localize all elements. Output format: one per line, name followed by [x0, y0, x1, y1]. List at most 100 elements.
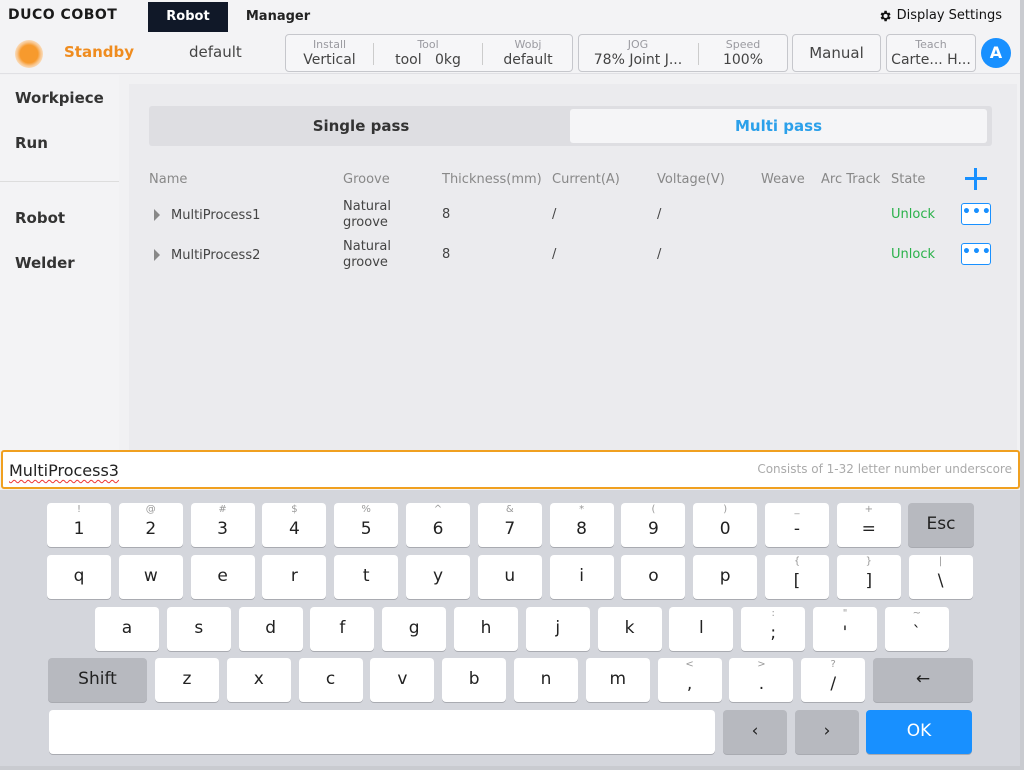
key-semicolon[interactable]: :;	[741, 607, 806, 651]
key-slash[interactable]: ? /	[801, 658, 866, 702]
key-comma[interactable]: <,	[657, 658, 722, 702]
key-d[interactable]: d	[238, 607, 303, 651]
tab-multi-pass[interactable]: Multi pass	[570, 109, 987, 143]
key-t[interactable]: t	[334, 555, 399, 599]
key-left-bracket[interactable]: {[	[765, 555, 829, 599]
key-shift-symbol: |	[938, 556, 943, 567]
key-i[interactable]: i	[549, 555, 614, 599]
key-n[interactable]: n	[514, 658, 578, 702]
speed-value: 100%	[722, 52, 764, 68]
key-shift-symbol: {	[793, 556, 801, 567]
key-label: w	[143, 566, 158, 586]
more-options-button[interactable]: •••	[961, 203, 991, 225]
teach-panel[interactable]: Teach Carte... H...	[886, 34, 976, 72]
key-9[interactable]: (9	[621, 503, 686, 547]
key-g[interactable]: g	[382, 607, 447, 651]
key-z[interactable]: z	[155, 658, 219, 702]
key-c[interactable]: c	[298, 658, 363, 702]
key-m[interactable]: m	[585, 658, 650, 702]
key-label: h	[480, 618, 492, 638]
key-v[interactable]: v	[370, 658, 435, 702]
wobj-label: Wobj	[514, 38, 542, 51]
sidebar: Workpiece Run Robot Welder	[0, 75, 119, 455]
key-w[interactable]: w	[118, 555, 183, 599]
key-backtick[interactable]: ~ `	[884, 607, 949, 651]
key-e[interactable]: e	[190, 555, 255, 599]
manual-mode-button[interactable]: Manual	[792, 34, 881, 72]
key-label: \	[937, 571, 944, 591]
key-3[interactable]: #3	[190, 503, 255, 547]
key-6[interactable]: ^ 6	[406, 503, 470, 547]
space-key[interactable]	[49, 710, 715, 754]
jog-speed-panel[interactable]: JOG 78% Joint J... Speed 100%	[578, 34, 788, 72]
key-l[interactable]: l	[669, 607, 734, 651]
tab-robot[interactable]: Robot	[148, 2, 228, 32]
expand-caret-icon[interactable]	[154, 249, 160, 261]
more-options-button[interactable]: •••	[961, 243, 991, 265]
display-settings-button[interactable]: Display Settings	[878, 8, 1002, 23]
cursor-right-key[interactable]: ›	[795, 710, 859, 754]
key-period[interactable]: >.	[729, 658, 794, 702]
sidebar-item-robot[interactable]: Robot	[15, 209, 65, 227]
key-shift-symbol: $	[291, 504, 298, 515]
key-equals[interactable]: + =	[836, 503, 901, 547]
key-k[interactable]: k	[597, 607, 662, 651]
add-process-button[interactable]	[963, 166, 989, 192]
name-input-field[interactable]: MultiProcess3 Consists of 1-32 letter nu…	[1, 450, 1020, 489]
key-u[interactable]: u	[477, 555, 542, 599]
input-value[interactable]: MultiProcess3	[9, 461, 119, 480]
key-s[interactable]: s	[166, 607, 231, 651]
key-2[interactable]: @2	[118, 503, 183, 547]
sidebar-item-welder[interactable]: Welder	[15, 254, 75, 272]
onscreen-keyboard: ! 1 @2 #3 $4% 5 ^ 6 & 7 * 8(9) 0 _ - + = Esc q w e r t y u i o p {[}…	[0, 490, 1020, 766]
key-label: 3	[217, 519, 228, 539]
key-1[interactable]: ! 1	[47, 503, 111, 547]
key-8[interactable]: * 8	[549, 503, 614, 547]
key-5[interactable]: % 5	[334, 503, 399, 547]
escape-key[interactable]: Esc	[908, 503, 974, 547]
shift-key[interactable]: Shift	[48, 658, 147, 702]
process-current: /	[552, 247, 557, 262]
process-state: Unlock	[891, 247, 935, 262]
key-q[interactable]: q	[47, 555, 111, 599]
tab-single-pass[interactable]: Single pass	[152, 109, 570, 143]
key-j[interactable]: j	[525, 607, 590, 651]
key-o[interactable]: o	[621, 555, 686, 599]
key-0[interactable]: ) 0	[693, 503, 758, 547]
speed-cell: Speed 100%	[699, 35, 787, 71]
sidebar-item-workpiece[interactable]: Workpiece	[15, 89, 104, 107]
key-r[interactable]: r	[262, 555, 327, 599]
table-row[interactable]: MultiProcess1 Natural groove 8 / / Unlock…	[149, 196, 994, 236]
backspace-key[interactable]: ←	[873, 658, 973, 702]
key-4[interactable]: $4	[262, 503, 327, 547]
key-right-bracket[interactable]: }]	[836, 555, 901, 599]
key-y[interactable]: y	[406, 555, 470, 599]
key-label: 1	[73, 519, 85, 539]
key-quote[interactable]: " '	[813, 607, 877, 651]
key-a[interactable]: a	[95, 607, 159, 651]
key-minus[interactable]: _ -	[765, 503, 829, 547]
table-row[interactable]: MultiProcess2 Natural groove 8 / / Unlock…	[149, 236, 994, 276]
key-7[interactable]: & 7	[477, 503, 542, 547]
key-label: e	[217, 566, 228, 586]
expand-caret-icon[interactable]	[154, 209, 160, 221]
profile-name[interactable]: default	[189, 43, 242, 61]
teach-label: Teach	[915, 38, 947, 51]
key-label: a	[121, 618, 133, 638]
install-tool-wobj-panel[interactable]: Install Vertical Tool tool 0kg Wobj defa…	[285, 34, 573, 72]
tab-manager[interactable]: Manager	[232, 2, 324, 32]
key-b[interactable]: b	[442, 658, 507, 702]
key-label: p	[719, 566, 731, 586]
avatar[interactable]: A	[981, 38, 1011, 68]
key-backslash[interactable]: | \	[908, 555, 973, 599]
cursor-left-key[interactable]: ‹	[723, 710, 787, 754]
key-x[interactable]: x	[226, 658, 291, 702]
install-label: Install	[312, 38, 347, 51]
column-header-current: Current(A)	[552, 172, 620, 187]
key-h[interactable]: h	[454, 607, 518, 651]
ok-key[interactable]: OK	[866, 710, 972, 754]
key-p[interactable]: p	[693, 555, 758, 599]
key-f[interactable]: f	[310, 607, 375, 651]
sidebar-item-run[interactable]: Run	[15, 134, 48, 152]
key-shift-symbol: <	[685, 659, 694, 670]
